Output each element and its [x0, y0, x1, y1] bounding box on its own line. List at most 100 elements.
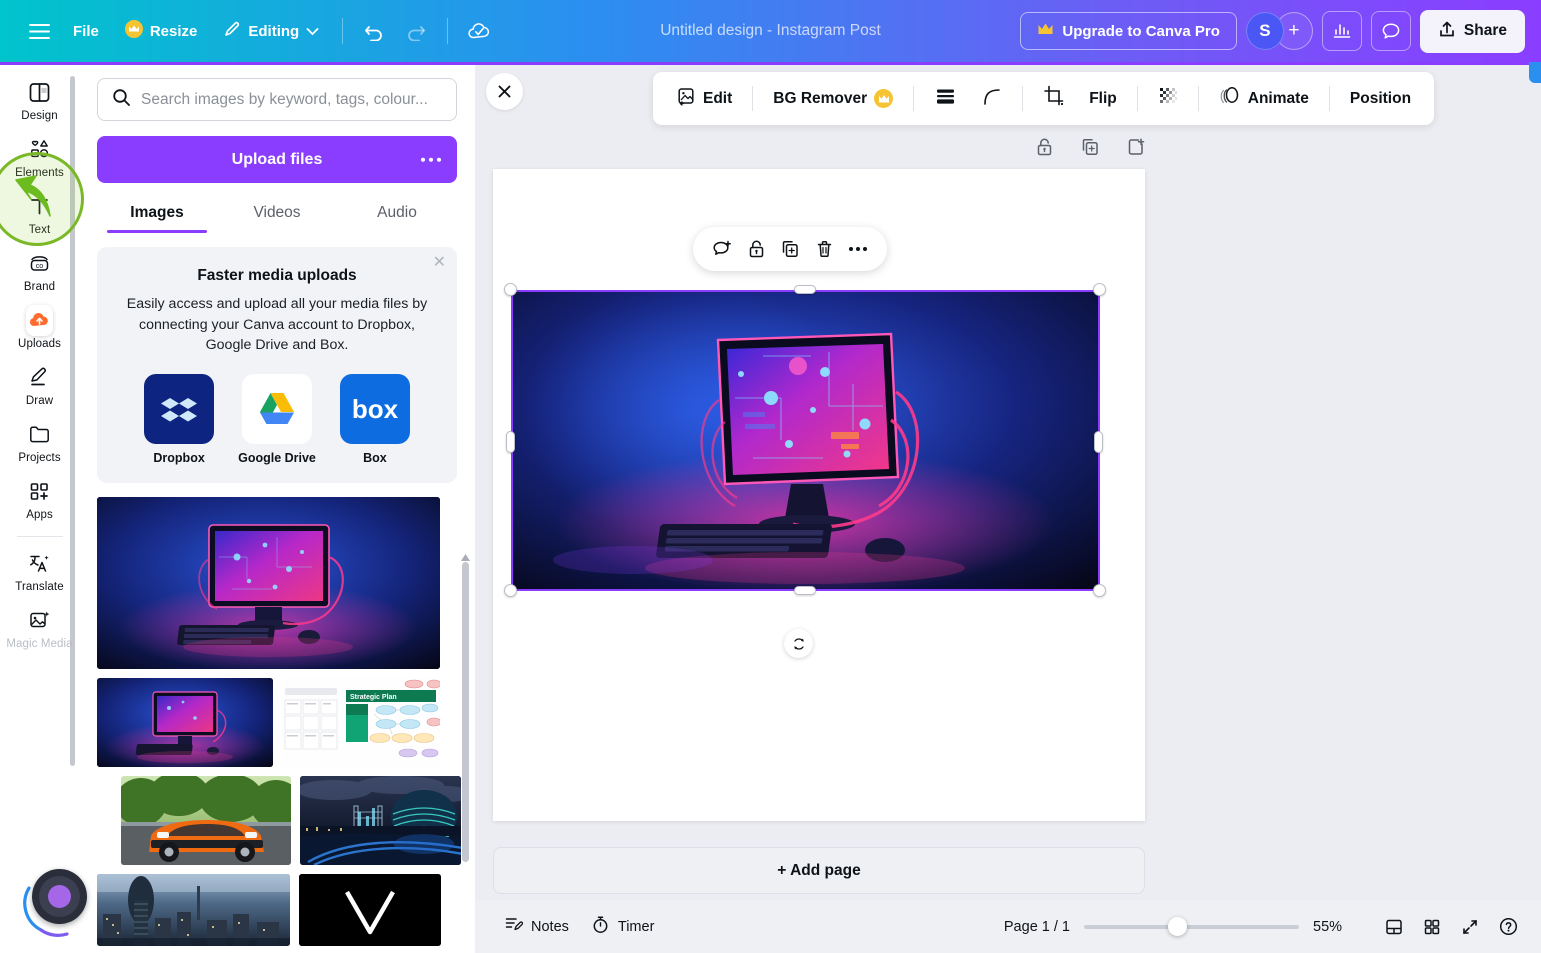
- undo-icon[interactable]: [353, 10, 395, 52]
- transparency-button[interactable]: [1147, 78, 1189, 119]
- zoom-slider-knob[interactable]: [1168, 917, 1187, 936]
- resize-handle-top[interactable]: [794, 285, 816, 294]
- thumbnail-black-logo-mark[interactable]: [299, 874, 441, 947]
- lock-element-button[interactable]: [741, 234, 771, 264]
- bar-chart-icon[interactable]: [1321, 11, 1362, 51]
- sidebar-item-apps[interactable]: Apps: [5, 471, 75, 526]
- sidebar-item-draw[interactable]: Draw: [5, 357, 75, 412]
- uploads-cloud-icon: [26, 305, 53, 336]
- sidebar-item-design[interactable]: Design: [5, 72, 75, 127]
- search-box[interactable]: [97, 78, 457, 121]
- timer-button[interactable]: Timer: [580, 907, 666, 946]
- zoom-level-label[interactable]: 55%: [1313, 919, 1351, 935]
- crop-button[interactable]: [1032, 77, 1076, 120]
- thumbnail-neon-computer-large[interactable]: [97, 497, 440, 670]
- uploads-panel: Upload files Images Videos Audio ✕ Faste…: [79, 62, 475, 953]
- upgrade-to-pro-button[interactable]: Upgrade to Canva Pro: [1020, 12, 1237, 50]
- rotate-element-handle[interactable]: [784, 629, 813, 658]
- design-title[interactable]: Untitled design - Instagram Post: [660, 22, 881, 40]
- position-button[interactable]: Position: [1339, 82, 1422, 116]
- sidebar-item-text[interactable]: Text: [5, 186, 75, 241]
- screen-recorder-widget[interactable]: [23, 866, 88, 937]
- delete-element-button[interactable]: [809, 234, 839, 264]
- redo-icon[interactable]: [395, 10, 437, 52]
- lock-page-button[interactable]: [1029, 132, 1059, 162]
- tab-videos[interactable]: Videos: [217, 191, 337, 233]
- resize-handle-bottom-right[interactable]: [1093, 584, 1106, 597]
- search-input[interactable]: [141, 90, 442, 109]
- add-page-button[interactable]: + Add page: [493, 847, 1145, 894]
- animate-button[interactable]: Animate: [1208, 77, 1320, 120]
- upgrade-label: Upgrade to Canva Pro: [1062, 22, 1220, 40]
- status-bar-right-group: Page 1 / 1 55%: [1004, 912, 1523, 942]
- hamburger-icon[interactable]: [18, 10, 60, 52]
- search-icon: [112, 88, 131, 112]
- resize-handle-bottom-left[interactable]: [504, 584, 517, 597]
- tab-images[interactable]: Images: [97, 191, 217, 233]
- add-comment-button[interactable]: [707, 234, 737, 264]
- connect-box-button[interactable]: box Box: [339, 374, 410, 465]
- sidebar-item-brand[interactable]: co Brand: [5, 243, 75, 298]
- cloud-check-icon[interactable]: [458, 10, 500, 52]
- duplicate-page-button[interactable]: [1075, 132, 1105, 162]
- selected-image-neon-computer[interactable]: [513, 292, 1098, 589]
- thumbnail-neon-computer-small[interactable]: [97, 678, 273, 768]
- share-button[interactable]: Share: [1419, 9, 1525, 53]
- resize-handle-top-left[interactable]: [504, 283, 517, 296]
- close-icon[interactable]: ✕: [433, 255, 446, 271]
- connect-google-drive-button[interactable]: Google Drive: [238, 374, 316, 465]
- thumbnail-london-city-hall-night[interactable]: [299, 776, 461, 866]
- edit-image-button[interactable]: Edit: [665, 78, 743, 119]
- zoom-slider[interactable]: [1084, 917, 1299, 937]
- file-menu-label: File: [73, 22, 99, 40]
- tab-audio[interactable]: Audio: [337, 191, 457, 233]
- resize-handle-left[interactable]: [506, 431, 515, 453]
- corner-radius-button[interactable]: [970, 78, 1013, 120]
- translate-icon: [26, 550, 53, 577]
- grid-view-icon[interactable]: [1417, 912, 1447, 942]
- panel-scrollbar[interactable]: [462, 562, 469, 862]
- faster-uploads-promo: ✕ Faster media uploads Easily access and…: [97, 247, 457, 484]
- fullscreen-icon[interactable]: [1455, 912, 1485, 942]
- more-options-icon[interactable]: [420, 157, 441, 162]
- page-view-icon[interactable]: [1379, 912, 1409, 942]
- filter-lines-button[interactable]: [923, 78, 968, 120]
- flip-button[interactable]: Flip: [1078, 82, 1128, 116]
- resize-handle-top-right[interactable]: [1093, 283, 1106, 296]
- close-panel-button[interactable]: [486, 73, 523, 110]
- image-edit-icon: [676, 86, 696, 111]
- timer-label: Timer: [617, 918, 655, 935]
- resize-button[interactable]: Resize: [112, 11, 211, 51]
- thumbnail-london-skyline-aerial[interactable]: [97, 874, 290, 947]
- duplicate-element-button[interactable]: [775, 234, 805, 264]
- help-icon[interactable]: [1493, 912, 1523, 942]
- scroll-up-arrow-icon[interactable]: [461, 554, 470, 561]
- left-rail: Design Elements Text co Brand Uploads Dr…: [0, 62, 79, 953]
- toolbar-sep-5: [1197, 86, 1199, 111]
- svg-text:co: co: [36, 261, 44, 270]
- resize-handle-right[interactable]: [1094, 431, 1103, 453]
- bg-remover-button[interactable]: BG Remover: [762, 81, 904, 116]
- top-bar-left: File Resize Editing: [0, 10, 500, 52]
- recorder-record-dot[interactable]: [48, 885, 71, 908]
- sidebar-item-uploads[interactable]: Uploads: [5, 300, 75, 355]
- comment-bubble-icon[interactable]: [1370, 11, 1411, 51]
- avatar[interactable]: S: [1245, 12, 1284, 50]
- file-menu-button[interactable]: File: [60, 14, 112, 49]
- sidebar-item-projects[interactable]: Projects: [5, 414, 75, 469]
- crown-icon-upgrade: [1037, 22, 1054, 40]
- svg-text:Strategic Plan: Strategic Plan: [350, 694, 397, 701]
- sidebar-item-magic-media[interactable]: Magic Media: [5, 600, 75, 655]
- sidebar-item-translate[interactable]: Translate: [5, 543, 75, 598]
- notes-button[interactable]: Notes: [493, 907, 580, 946]
- sidebar-item-elements[interactable]: Elements: [5, 129, 75, 184]
- connect-dropbox-button[interactable]: Dropbox: [144, 374, 215, 465]
- thumbnail-strategic-plan-doc[interactable]: Strategic Plan: [282, 678, 440, 768]
- editing-mode-button[interactable]: Editing: [210, 11, 332, 51]
- share-label: Share: [1463, 22, 1507, 39]
- thumbnail-orange-sports-car[interactable]: [121, 776, 291, 866]
- upload-files-button[interactable]: Upload files: [97, 136, 457, 183]
- more-options-button[interactable]: [843, 234, 873, 264]
- add-page-icon-button[interactable]: [1121, 132, 1151, 162]
- resize-handle-bottom[interactable]: [794, 586, 816, 595]
